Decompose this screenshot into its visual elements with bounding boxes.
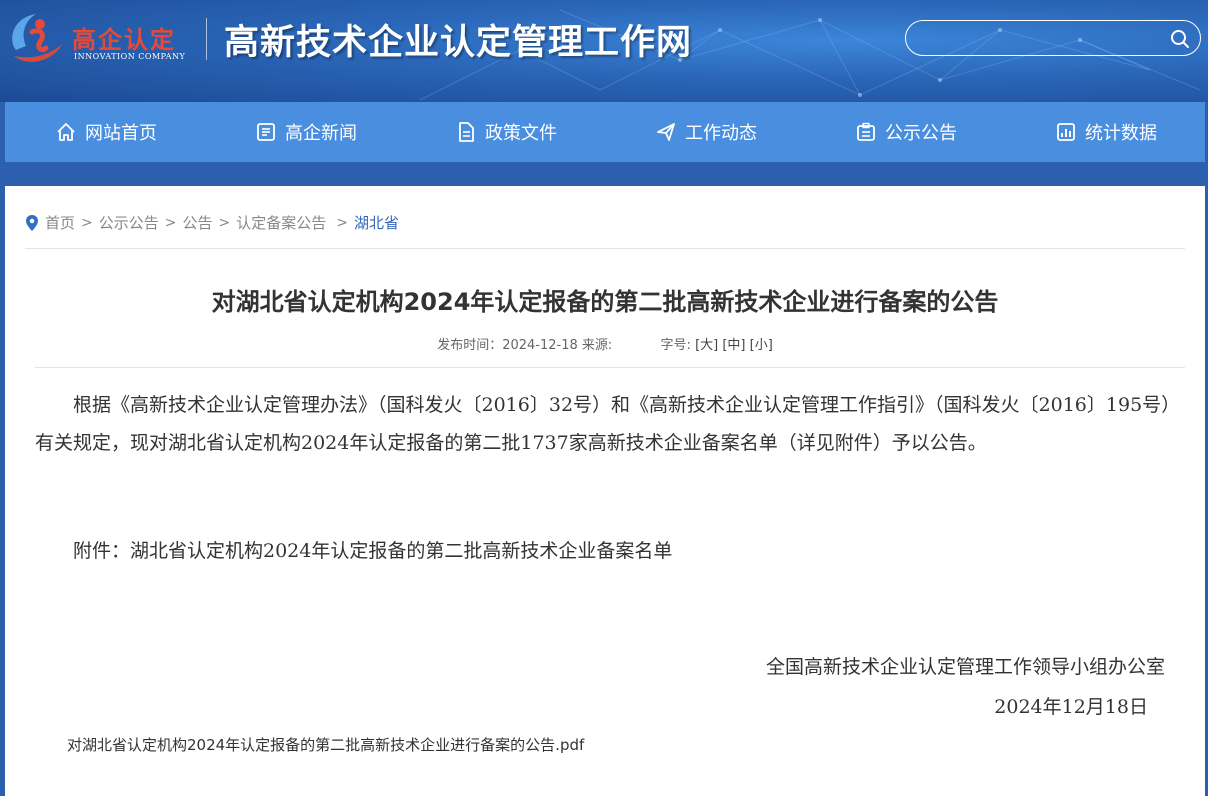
- fontsize-label: 字号:: [660, 338, 691, 353]
- nav-label: 高企新闻: [285, 123, 357, 144]
- breadcrumb-announcement[interactable]: 公告: [183, 212, 213, 233]
- breadcrumb-home[interactable]: 首页: [45, 212, 75, 233]
- signature-org: 全国高新技术企业认定管理工作领导小组办公室: [765, 656, 1165, 678]
- nav-item-news[interactable]: 高企新闻: [255, 102, 357, 162]
- send-icon: [657, 123, 675, 141]
- breadcrumb-separator: >: [164, 214, 177, 231]
- search-icon[interactable]: [1170, 29, 1190, 49]
- breadcrumb-separator: >: [218, 214, 231, 231]
- breadcrumb-notices[interactable]: 公示公告: [99, 212, 159, 233]
- font-medium-button[interactable]: [中]: [722, 338, 745, 353]
- location-pin-icon: [26, 214, 38, 231]
- nav-label: 政策文件: [485, 123, 557, 144]
- logo-mark-icon: [12, 14, 62, 62]
- article-meta: 发布时间：2024-12-18 来源: 字号: [大] [中] [小]: [5, 334, 1205, 353]
- nav-item-notice[interactable]: 公示公告: [855, 102, 957, 162]
- nav-label: 统计数据: [1085, 123, 1157, 144]
- logo-name: 高企认定: [72, 25, 176, 54]
- font-large-button[interactable]: [大]: [695, 338, 718, 353]
- divider: [35, 367, 1185, 368]
- nav-label: 网站首页: [85, 123, 157, 144]
- breadcrumb-current[interactable]: 湖北省: [354, 212, 399, 233]
- article-body: 根据《高新技术企业认定管理办法》（国科发火〔2016〕32号）和《高新技术企业认…: [35, 394, 1171, 454]
- breadcrumb: 首页 > 公示公告 > 公告 > 认定备案公告 > 湖北省: [25, 212, 399, 233]
- breadcrumb-separator: >: [336, 214, 348, 231]
- article-title: 对湖北省认定机构2024年认定报备的第二批高新技术企业进行备案的公告: [211, 288, 999, 316]
- site-title: 高新技术企业认定管理工作网: [224, 22, 693, 63]
- nav-item-work[interactable]: 工作动态: [655, 102, 757, 162]
- logo-subtitle: INNOVATION COMPANY: [74, 52, 186, 61]
- logo-divider: [206, 18, 207, 60]
- divider: [25, 248, 1185, 249]
- breadcrumb-separator: >: [81, 214, 93, 231]
- nav-label: 公示公告: [885, 123, 957, 144]
- site-header: 高企认定 INNOVATION COMPANY 高新技术企业认定管理工作网: [0, 0, 1208, 102]
- chart-icon: [1057, 123, 1075, 141]
- publish-info: 发布时间：2024-12-18 来源:: [437, 338, 613, 353]
- nav-label: 工作动态: [685, 123, 757, 144]
- search-input[interactable]: [922, 27, 1166, 51]
- news-icon: [257, 123, 275, 141]
- signature-date: 2024年12月18日: [994, 696, 1148, 718]
- home-icon: [57, 123, 75, 141]
- nav-item-stats[interactable]: 统计数据: [1055, 102, 1157, 162]
- pdf-attachment-link[interactable]: 对湖北省认定机构2024年认定报备的第二批高新技术企业进行备案的公告.pdf: [67, 734, 584, 755]
- notice-icon: [857, 122, 875, 141]
- nav-item-home[interactable]: 网站首页: [55, 102, 157, 162]
- site-logo[interactable]: 高企认定 INNOVATION COMPANY: [6, 8, 206, 68]
- font-small-button[interactable]: [小]: [750, 338, 773, 353]
- main-nav: 网站首页 高企新闻 政策文件 工作动态 公示公告 统计数据: [5, 102, 1205, 162]
- attachment-note: 附件：湖北省认定机构2024年认定报备的第二批高新技术企业备案名单: [73, 540, 673, 562]
- breadcrumb-filing[interactable]: 认定备案公告: [236, 212, 326, 233]
- search-box: [905, 20, 1201, 56]
- article-container: 首页 > 公示公告 > 公告 > 认定备案公告 > 湖北省 对湖北省认定机构20…: [5, 186, 1205, 796]
- nav-item-policy[interactable]: 政策文件: [455, 102, 557, 162]
- document-icon: [459, 122, 474, 142]
